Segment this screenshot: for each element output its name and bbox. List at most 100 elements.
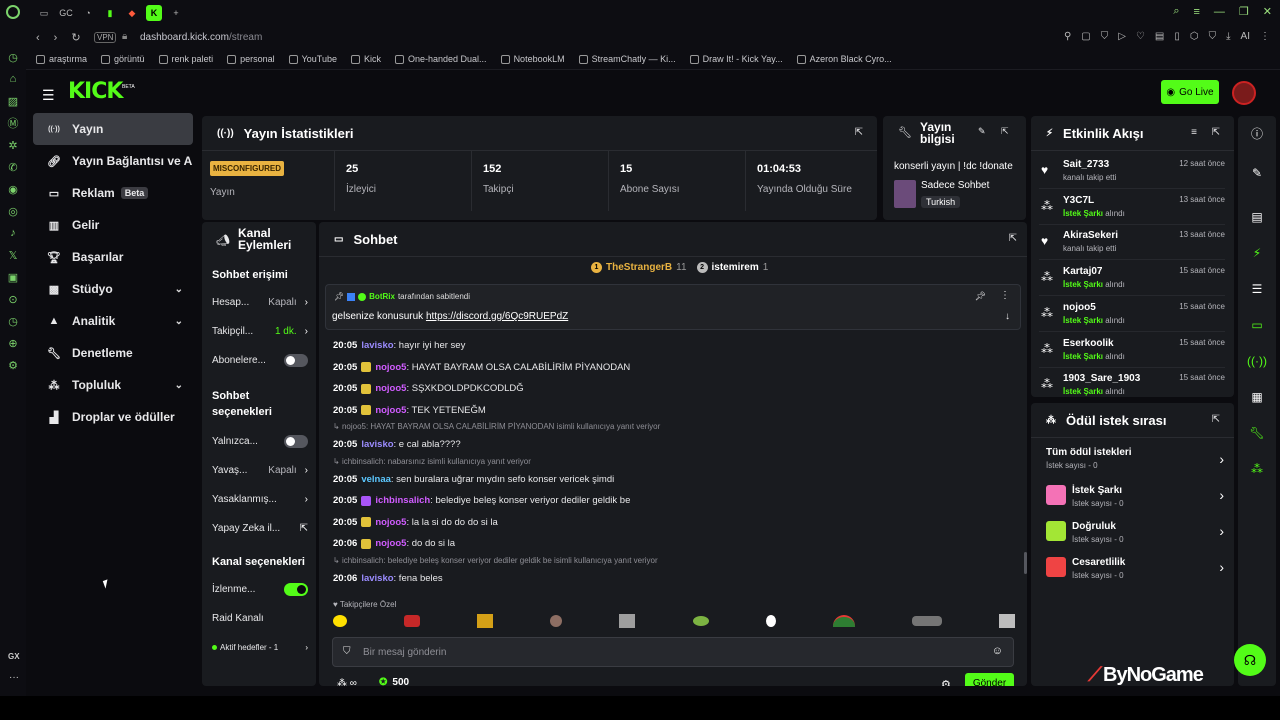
support-icon[interactable]: ☊ <box>1234 644 1266 676</box>
pin-icon[interactable]: ⚲ <box>1064 31 1071 42</box>
bookmark-item[interactable]: Draw It! - Kick Yay... <box>689 54 783 64</box>
sidebar-item-2[interactable]: 🔗︎ Yayın Bağlantısı ve Anahtar <box>33 145 193 177</box>
minimize-icon[interactable]: — <box>1214 6 1225 18</box>
chat-icon[interactable]: ▭ <box>1238 310 1276 340</box>
app-icon[interactable]: ▣ <box>0 266 26 288</box>
active-goals-row[interactable]: Aktif hedefler - 1 › <box>212 633 308 662</box>
restore-icon[interactable]: ❐ <box>1239 5 1249 18</box>
history-icon[interactable]: ◷ <box>0 46 26 68</box>
sidebar-item-10[interactable]: ▟ Droplar ve ödüller <box>33 401 193 433</box>
bookmark-item[interactable]: personal <box>227 54 275 64</box>
play-icon[interactable]: ▷ <box>1118 31 1126 42</box>
sidebar-item-6[interactable]: ▩ Stüdyo ⌄ <box>33 273 193 305</box>
back-icon[interactable]: ‹ <box>36 32 40 44</box>
activity-item[interactable]: ⁂ nojoo5 İstek Şarkı alındı 15 saat önce <box>1039 298 1225 332</box>
image-icon[interactable]: ▨ <box>0 90 26 112</box>
tab-icon[interactable]: ▮ <box>102 5 118 21</box>
emote[interactable] <box>333 615 347 627</box>
bookmark-item[interactable]: StreamChatly — Ki... <box>578 54 676 64</box>
bookmark-item[interactable]: Kick <box>350 54 381 64</box>
shield-icon[interactable]: ⛉ <box>1209 31 1217 42</box>
go-live-button[interactable]: ◉ Go Live <box>1161 80 1219 104</box>
chatgpt-icon[interactable]: ✲ <box>0 134 26 156</box>
tab-icon[interactable]: ◔ <box>80 5 96 21</box>
url-field[interactable]: dashboard.kick.com/stream <box>140 32 262 43</box>
info-icon[interactable]: ⓘ <box>1238 118 1276 148</box>
whatsapp-icon[interactable]: ✆ <box>0 156 26 178</box>
slow-mode-row[interactable]: Yavaş... Kapalı › <box>212 456 308 485</box>
chat-message[interactable]: 20:05 velnaa: sen buralara uğrar mıydın s… <box>333 474 614 485</box>
bookmark-item[interactable]: görüntü <box>101 54 145 64</box>
raid-channel-row[interactable]: Raid Kanalı <box>212 604 308 633</box>
channel-points[interactable]: ✪ 500 <box>379 677 409 686</box>
chat-scrollbar[interactable] <box>1024 552 1027 574</box>
player-icon[interactable]: ⊙ <box>0 288 26 310</box>
emoji-icon[interactable]: ☺ <box>992 645 1003 657</box>
banned-words-row[interactable]: Yasaklanmış... › <box>212 485 308 514</box>
subscribers-only-toggle[interactable] <box>284 354 308 367</box>
more-icon[interactable]: ⋮ <box>1260 31 1270 42</box>
bookmark-item[interactable]: YouTube <box>288 54 337 64</box>
sidebar-item-9[interactable]: ⁂ Topluluk ⌄ <box>33 369 193 401</box>
ai-moderation-row[interactable]: Yapay Zeka il... ⇱ <box>212 514 308 543</box>
m-icon[interactable]: Ⓜ <box>0 112 26 134</box>
emote[interactable] <box>477 614 494 628</box>
account-age-row[interactable]: Hesap... Kapalı › <box>212 288 308 317</box>
shield-icon[interactable]: ⛉ <box>1101 31 1109 42</box>
unpin-icon[interactable]: 📌︎ <box>975 291 986 302</box>
chat-message[interactable]: 20:05 nojoo5: HAYAT BAYRAM OLSA CALABİLİR… <box>333 362 630 373</box>
sidebar-item-7[interactable]: ▲ Analitik ⌄ <box>33 305 193 337</box>
sidebar-item-8[interactable]: 🔧︎ Denetleme <box>33 337 193 369</box>
bookmark-item[interactable]: renk paleti <box>158 54 213 64</box>
bookmark-item[interactable]: Azeron Black Cyro... <box>796 54 892 64</box>
chat-message[interactable]: 20:06 lavisko: fena beles <box>333 573 443 584</box>
broadcast-icon[interactable]: ((·)) <box>1238 346 1276 376</box>
emote[interactable] <box>619 614 636 628</box>
emote[interactable] <box>692 616 709 626</box>
bookmark-item[interactable]: araştırma <box>36 54 87 64</box>
snapshot-icon[interactable]: ▢ <box>1081 31 1090 42</box>
opera-logo-icon[interactable] <box>6 5 20 19</box>
activity-item[interactable]: ⁂ Eserkoolik İstek Şarkı alındı 15 saat önc… <box>1039 334 1225 368</box>
wallet-icon[interactable]: ▤ <box>1155 31 1164 42</box>
search-icon[interactable]: ⌕ <box>1173 5 1179 18</box>
emote[interactable] <box>832 615 855 627</box>
menu-icon[interactable]: ≡ <box>1193 6 1199 18</box>
activity-item[interactable]: ⁂ Y3C7L İstek Şarkı alındı 13 saat önce <box>1039 191 1225 225</box>
bookmark-item[interactable]: NotebookLM <box>500 54 565 64</box>
instagram-icon[interactable]: ◎ <box>0 200 26 222</box>
edit-icon[interactable]: ✎ <box>1238 158 1276 188</box>
settings-icon[interactable]: ⚙ <box>0 354 26 376</box>
more-icon[interactable]: ⋮ <box>1000 290 1010 301</box>
sidebar-item-3[interactable]: ▭ Reklam Beta <box>33 177 193 209</box>
chat-message[interactable]: 20:05 nojoo5: SŞXKDOLDPDKCODLDĞ <box>333 383 524 394</box>
rewards-icon[interactable]: ⁂ ∞ <box>337 678 357 686</box>
reward-item[interactable]: İstek Şarkı İstek sayısı - 0 › <box>1046 483 1224 513</box>
expand-icon[interactable]: ↓ <box>1005 311 1010 322</box>
x-icon[interactable]: 𝕏 <box>0 244 26 266</box>
filter-icon[interactable]: ≡ <box>1191 127 1197 138</box>
tab-icon[interactable]: ▭ <box>36 5 52 21</box>
tab-gc[interactable]: GC <box>58 5 74 21</box>
wrench-icon[interactable]: 🔧︎ <box>1238 418 1276 448</box>
send-button[interactable]: Gönder <box>965 673 1014 686</box>
activity-item[interactable]: ⁂ 1903_Sare_1903 İstek Şarkı alındı 15 saat… <box>1039 369 1225 397</box>
popout-icon[interactable]: ⇱ <box>1212 414 1220 425</box>
popout-icon[interactable]: ⇱ <box>1009 233 1017 244</box>
activity-item[interactable]: ♥ Sait_2733 kanalı takip etti 12 saat önce <box>1039 155 1225 189</box>
layout-icon[interactable]: ▤ <box>1238 202 1276 232</box>
popout-icon[interactable]: ⇱ <box>855 127 863 138</box>
popout-icon[interactable]: ⇱ <box>1001 126 1009 137</box>
tab-icon[interactable]: ◆ <box>124 5 140 21</box>
reward-item[interactable]: Cesaretlilik İstek sayısı - 0 › <box>1046 555 1224 585</box>
discord-link[interactable]: https://discord.gg/6Qc9RUEPdZ <box>426 311 568 322</box>
sidebar-item-1[interactable]: ((·)) Yayın <box>33 113 193 145</box>
bag-icon[interactable]: ⌂ <box>0 68 26 90</box>
watch-party-toggle[interactable] <box>284 583 308 596</box>
settings-icon[interactable]: ⚙ <box>941 678 951 686</box>
gx-label[interactable]: GX <box>8 652 20 661</box>
reload-icon[interactable]: ↻ <box>71 31 80 44</box>
close-icon[interactable]: ✕ <box>1263 5 1272 18</box>
heart-icon[interactable]: ♡ <box>1136 31 1145 42</box>
tab-kick-active[interactable]: K <box>146 5 162 21</box>
